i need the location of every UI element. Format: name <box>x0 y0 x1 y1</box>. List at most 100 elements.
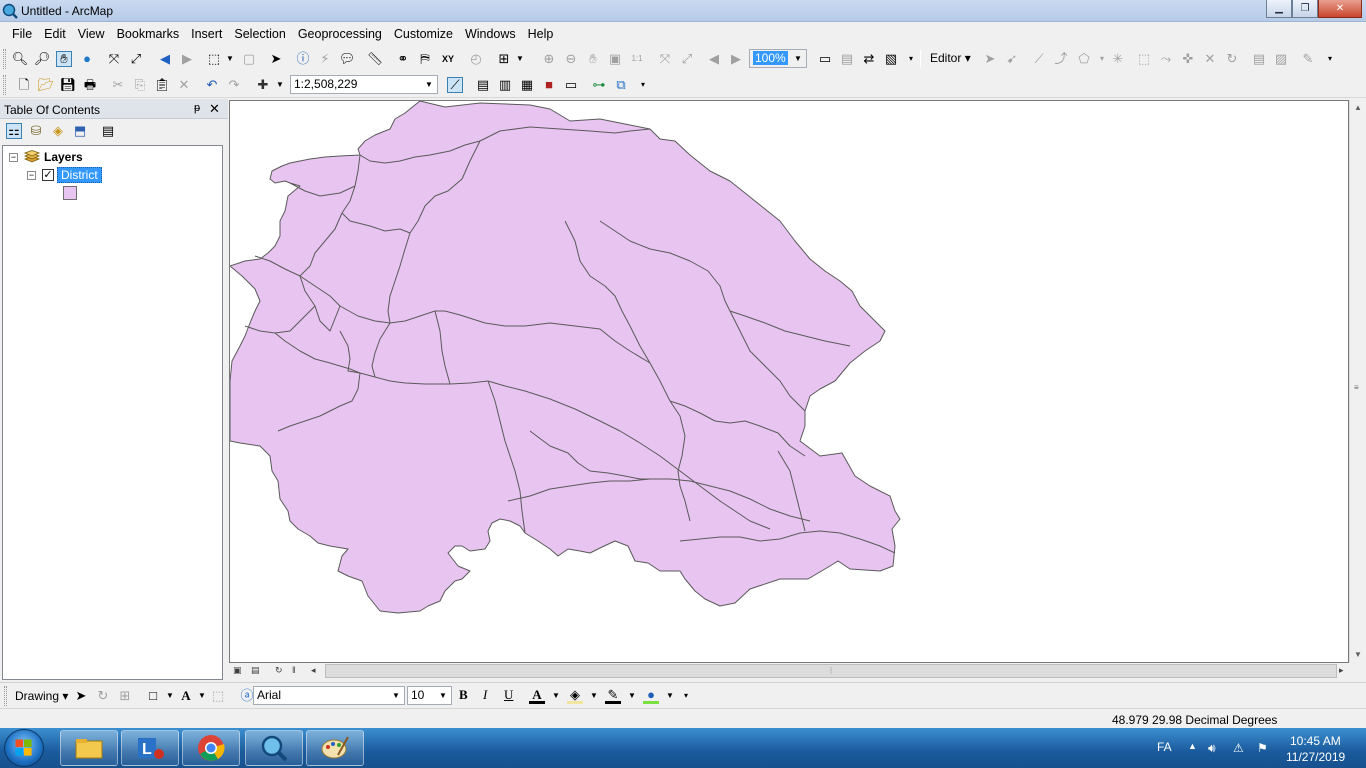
list-by-selection-icon[interactable]: ⬒ <box>72 123 88 139</box>
menu-windows[interactable]: Windows <box>459 22 522 46</box>
action-center-flag-icon[interactable]: ⚑ <box>1257 741 1268 755</box>
rotate-element-icon[interactable]: ↻ <box>95 688 111 704</box>
python-window-icon[interactable]: ▭ <box>563 77 579 93</box>
taskbar-paint[interactable] <box>306 730 364 766</box>
cut-icon[interactable]: ✂ <box>110 77 126 93</box>
network-disconnected-icon[interactable]: ⚠︎ <box>1233 741 1244 755</box>
taskbar-explorer[interactable] <box>60 730 118 766</box>
chevron-down-icon[interactable]: ▼ <box>423 76 435 93</box>
horizontal-scroll-thumb[interactable]: ⦙ <box>325 664 1337 678</box>
end-point-arc-icon[interactable]: ⤴ <box>1053 51 1069 67</box>
menu-customize[interactable]: Customize <box>388 22 459 46</box>
clear-selection-icon[interactable]: ▢ <box>241 51 257 67</box>
create-features-icon[interactable]: ✎ <box>1300 51 1316 67</box>
select-elements-icon[interactable]: ➤ <box>73 688 89 704</box>
menu-view[interactable]: View <box>72 22 111 46</box>
layout-view-icon[interactable]: ▤ <box>251 665 260 676</box>
line-color-icon[interactable]: ✎ <box>605 687 621 704</box>
go-to-xy-icon[interactable]: XY <box>440 51 456 67</box>
drawing-menu[interactable]: Drawing ▾ <box>15 689 68 703</box>
list-by-visibility-icon[interactable]: ◈ <box>50 123 66 139</box>
open-folder-icon[interactable]: 📂︎ <box>38 77 55 93</box>
toolbar-grip[interactable] <box>4 686 7 706</box>
scroll-up-icon[interactable]: ▲ <box>1354 103 1362 112</box>
toc-options-icon[interactable]: ▤ <box>100 123 116 139</box>
toolbar-grip[interactable] <box>3 49 6 69</box>
rectangle-icon[interactable]: □ <box>145 688 161 704</box>
taskbar-chrome[interactable] <box>182 730 240 766</box>
layout-zoom-combo[interactable]: 100% ▼ <box>749 49 807 68</box>
list-by-drawing-order-icon[interactable]: ⚏ <box>6 123 22 139</box>
paste-icon[interactable]: 📋︎ <box>154 77 171 93</box>
search-window-icon[interactable]: ▦ <box>519 77 535 93</box>
text-dropdown-icon[interactable]: ▼ <box>194 688 210 704</box>
copy-icon[interactable]: ⎘ <box>132 77 148 93</box>
create-viewer-window-icon[interactable]: ⊞ <box>496 51 512 67</box>
toc-close-icon[interactable]: ✕ <box>209 101 220 117</box>
save-icon[interactable]: 💾︎ <box>60 77 77 93</box>
identify-icon[interactable]: ⓘ <box>295 51 311 67</box>
edit-annotation-icon[interactable]: ➹ <box>1004 51 1020 67</box>
layer-symbol-swatch[interactable] <box>63 186 77 200</box>
focus-data-frame-icon[interactable]: ▤ <box>839 51 855 67</box>
table-of-contents-window-icon[interactable]: ▤ <box>475 77 491 93</box>
fixed-zoom-in-icon[interactable]: ⤧ <box>106 51 122 67</box>
editor-toolbar-icon[interactable]: ⟋ <box>447 77 463 93</box>
forward-arrow-icon[interactable]: ▶ <box>179 51 195 67</box>
catalog-window-icon[interactable]: ▥ <box>497 77 513 93</box>
fill-color-icon[interactable]: ◈ <box>567 687 583 704</box>
time-slider-icon[interactable]: ◴ <box>468 51 484 67</box>
data-view-icon[interactable]: ▣ <box>233 665 242 676</box>
start-button[interactable] <box>4 729 44 767</box>
layer-row-district[interactable]: − ✓ District <box>27 166 102 184</box>
volume-icon[interactable]: 🔊︎ <box>1208 741 1216 756</box>
cut-polygons-icon[interactable]: ✜ <box>1180 51 1196 67</box>
fixed-zoom-out-icon[interactable]: ⤢ <box>128 51 144 67</box>
new-document-icon[interactable]: 🗋︎ <box>16 77 32 93</box>
edit-vertices-icon[interactable]: ⬚ <box>210 688 226 704</box>
taskbar-lync[interactable]: L <box>121 730 179 766</box>
redo-icon[interactable]: ↷ <box>226 77 242 93</box>
layout-zoom-in-icon[interactable]: ⊕ <box>541 51 557 67</box>
modelbuilder-icon[interactable]: ⊶ <box>591 77 607 93</box>
map-vertical-scrollbar[interactable]: ▲ ≡ ▼ <box>1349 100 1366 663</box>
reshape-icon[interactable]: ⤳ <box>1158 51 1174 67</box>
arctoolbox-icon[interactable]: ■ <box>541 77 557 93</box>
layout-back-icon[interactable]: ◀ <box>706 51 722 67</box>
full-extent-globe-icon[interactable]: ● <box>79 51 95 67</box>
add-data-dropdown-icon[interactable]: ▼ <box>272 77 288 93</box>
change-layout-icon[interactable]: ⇄ <box>861 51 877 67</box>
layout-zoom-out-icon[interactable]: ⊖ <box>563 51 579 67</box>
menu-file[interactable]: File <box>6 22 38 46</box>
add-data-icon[interactable]: ✚ <box>255 77 271 93</box>
pan-hand-icon[interactable]: ✋︎ <box>56 51 72 67</box>
find-binoculars-icon[interactable]: ⚭ <box>395 51 411 67</box>
map-scale-combo[interactable]: 1:2,508,229 ▼ <box>290 75 438 94</box>
data-driven-pages-icon[interactable]: ▧ <box>883 51 899 67</box>
line-color-dropdown-icon[interactable]: ▼ <box>624 688 640 704</box>
print-icon[interactable]: 🖶︎ <box>82 77 98 93</box>
clock-time[interactable]: 10:45 AM <box>1290 734 1341 748</box>
edit-tool-icon[interactable]: ➤ <box>982 51 998 67</box>
fixed-layout-zoom-out-icon[interactable]: ⤢ <box>679 51 695 67</box>
undo-icon[interactable]: ↶ <box>204 77 220 93</box>
attributes-icon[interactable]: ▤ <box>1251 51 1267 67</box>
pause-drawing-icon[interactable]: ‖ <box>292 665 296 675</box>
zoom-100-percent-icon[interactable]: 1:1 <box>629 51 645 67</box>
back-arrow-icon[interactable]: ◀ <box>157 51 173 67</box>
toggle-draft-mode-icon[interactable]: ▭ <box>817 51 833 67</box>
menu-bookmarks[interactable]: Bookmarks <box>111 22 186 46</box>
arcgis-online-icon[interactable]: ⧉ <box>613 77 629 93</box>
hyperlink-icon[interactable]: ⚡ <box>317 51 333 67</box>
italic-button[interactable]: I <box>483 687 487 703</box>
show-hidden-icons-icon[interactable]: ▲ <box>1188 741 1197 751</box>
select-features-icon[interactable]: ⬚ <box>206 51 222 67</box>
rotate-icon[interactable]: ↻ <box>1224 51 1240 67</box>
menu-insert[interactable]: Insert <box>185 22 228 46</box>
drawing-toolbar-options-icon[interactable]: ▾ <box>678 688 694 704</box>
menu-edit[interactable]: Edit <box>38 22 72 46</box>
select-elements-arrow-icon[interactable]: ➤ <box>268 51 284 67</box>
chevron-down-icon[interactable]: ▼ <box>390 687 402 704</box>
chevron-down-icon[interactable]: ▼ <box>437 687 449 704</box>
sketch-properties-icon[interactable]: ▨ <box>1273 51 1289 67</box>
